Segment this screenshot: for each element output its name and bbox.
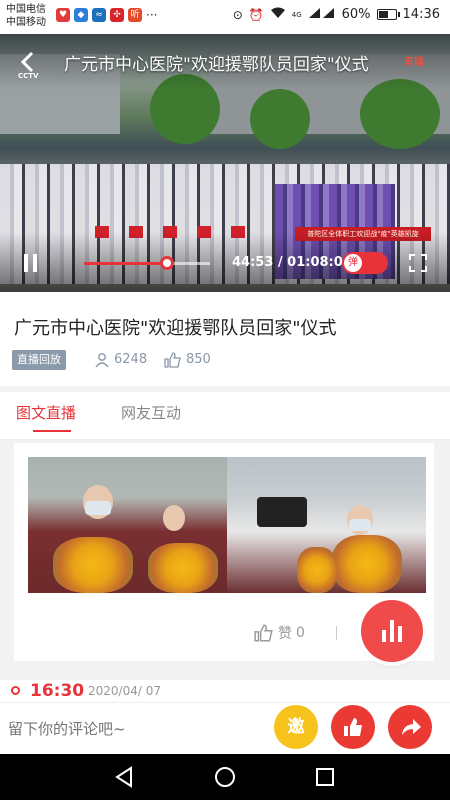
active-tab-indicator: [33, 430, 71, 432]
replay-badge: 直播回放: [12, 350, 66, 370]
photo-person: [163, 505, 185, 531]
more-notifications-icon: ···: [146, 8, 158, 22]
live-info: 广元市中心医院"欢迎援鄂队员回家"仪式 直播回放 6248 850: [0, 292, 450, 386]
post-like-count: 0: [296, 625, 305, 641]
viewer-count-value: 6248: [114, 352, 148, 367]
status-bar: 中国电信 中国移动 ♥ ◆ ≈ ✣ 听 ··· ⊙ ⏰ 4G 60% 14:36: [0, 0, 450, 34]
like-count[interactable]: 850: [164, 350, 211, 370]
viewer-count: 6248: [94, 350, 147, 370]
timeline-entry: 16:30 2020/04/ 07: [0, 680, 450, 702]
photo-flowers: [148, 543, 218, 593]
wave-app-icon: ≈: [92, 8, 106, 22]
circle-home-icon: [215, 767, 235, 787]
post-like-button[interactable]: 赞 0: [254, 623, 305, 643]
photo-flowers: [53, 537, 133, 593]
thumbs-up-icon: [254, 624, 273, 642]
battery-icon: [376, 9, 400, 20]
live-feed: 赞 0: [0, 440, 450, 700]
danmu-label: 弹: [344, 254, 362, 272]
fullscreen-icon: [409, 266, 415, 272]
content-tabs: 图文直播 网友互动: [0, 392, 450, 440]
post-photo[interactable]: [227, 457, 426, 593]
audio-bars-icon: [381, 620, 403, 642]
video-scene-tree: [250, 89, 310, 149]
invite-button[interactable]: 邀: [274, 705, 318, 749]
video-player[interactable]: 普陀区全体职工欢迎战"疫"英雄凯旋 CCTV 广元市中心医院"欢迎援鄂队员回家"…: [0, 34, 450, 292]
share-button[interactable]: [388, 705, 432, 749]
post-like-label: 赞: [278, 626, 292, 642]
thumbs-up-icon: [344, 718, 362, 736]
audio-bar: [398, 626, 402, 642]
fullscreen-icon: [421, 254, 427, 260]
like-count-value: 850: [186, 352, 211, 367]
heart-app-icon: ♥: [56, 8, 70, 22]
live-watermark: 直播: [404, 57, 424, 68]
share-arrow-icon: [402, 719, 421, 735]
audio-bar: [390, 620, 394, 642]
tab-graphic-live[interactable]: 图文直播: [16, 402, 76, 423]
chevron-left-icon: [20, 51, 34, 73]
nav-recents-button[interactable]: [312, 764, 338, 790]
page-title: 广元市中心医院"欢迎援鄂队员回家"仪式: [14, 318, 337, 339]
photo-flowers: [297, 547, 337, 593]
video-scene-tree: [360, 79, 440, 149]
channel-logo: CCTV: [18, 72, 39, 80]
back-button[interactable]: [16, 50, 40, 74]
post-photo[interactable]: [28, 457, 227, 593]
fullscreen-icon: [421, 266, 427, 272]
photo-mask: [349, 519, 371, 531]
like-button[interactable]: [331, 705, 375, 749]
status-right: ⊙ ⏰ 4G 60% 14:36: [233, 7, 440, 22]
game-app-icon: ✣: [110, 8, 124, 22]
person-icon: [95, 353, 109, 368]
timeline-dot-icon: [11, 686, 20, 695]
square-recents-icon: [316, 768, 334, 786]
audio-button[interactable]: [361, 600, 423, 662]
pause-icon: [33, 254, 37, 272]
nav-back-button[interactable]: [112, 764, 138, 790]
photo-flowers: [332, 535, 402, 593]
carrier-2: 中国移动: [6, 17, 46, 28]
time-display: 44:53 / 01:08:00: [232, 255, 352, 270]
triangle-back-icon: [115, 766, 132, 788]
pause-button[interactable]: [24, 254, 38, 272]
wifi-icon: [270, 7, 286, 22]
progress-played: [84, 262, 168, 265]
signal-icon: [308, 7, 336, 22]
progress-bar[interactable]: [84, 256, 210, 270]
photo-camera: [257, 497, 307, 527]
system-navigation-bar: [0, 754, 450, 800]
timeline-time: 16:30: [30, 681, 85, 701]
danmu-toggle[interactable]: 弹: [342, 252, 388, 274]
audio-bar: [382, 630, 386, 642]
fullscreen-button[interactable]: [409, 254, 427, 272]
timeline-date: 2020/04/ 07: [88, 684, 161, 698]
nav-home-button[interactable]: [212, 764, 238, 790]
pause-icon: [24, 254, 28, 272]
video-title: 广元市中心医院"欢迎援鄂队员回家"仪式: [64, 55, 369, 75]
divider: [336, 626, 337, 640]
thumbs-up-icon: [164, 352, 181, 368]
notification-icons: ♥ ◆ ≈ ✣ 听 ···: [56, 8, 157, 22]
carrier-info: 中国电信 中国移动: [6, 3, 46, 29]
fullscreen-icon: [409, 254, 415, 260]
network-type: 4G: [291, 10, 302, 19]
carrier-1: 中国电信: [6, 4, 46, 15]
notify-app-icon: ◆: [74, 8, 88, 22]
location-icon: ⊙: [232, 7, 243, 22]
alarm-icon: ⏰: [248, 7, 264, 22]
listen-app-icon: 听: [128, 8, 142, 22]
photo-mask: [85, 501, 111, 515]
comment-bar: 邀: [0, 702, 450, 754]
clock: 14:36: [402, 7, 440, 22]
tab-user-interaction[interactable]: 网友互动: [121, 402, 181, 423]
comment-input[interactable]: [8, 717, 248, 741]
battery-percent: 60%: [341, 7, 371, 22]
